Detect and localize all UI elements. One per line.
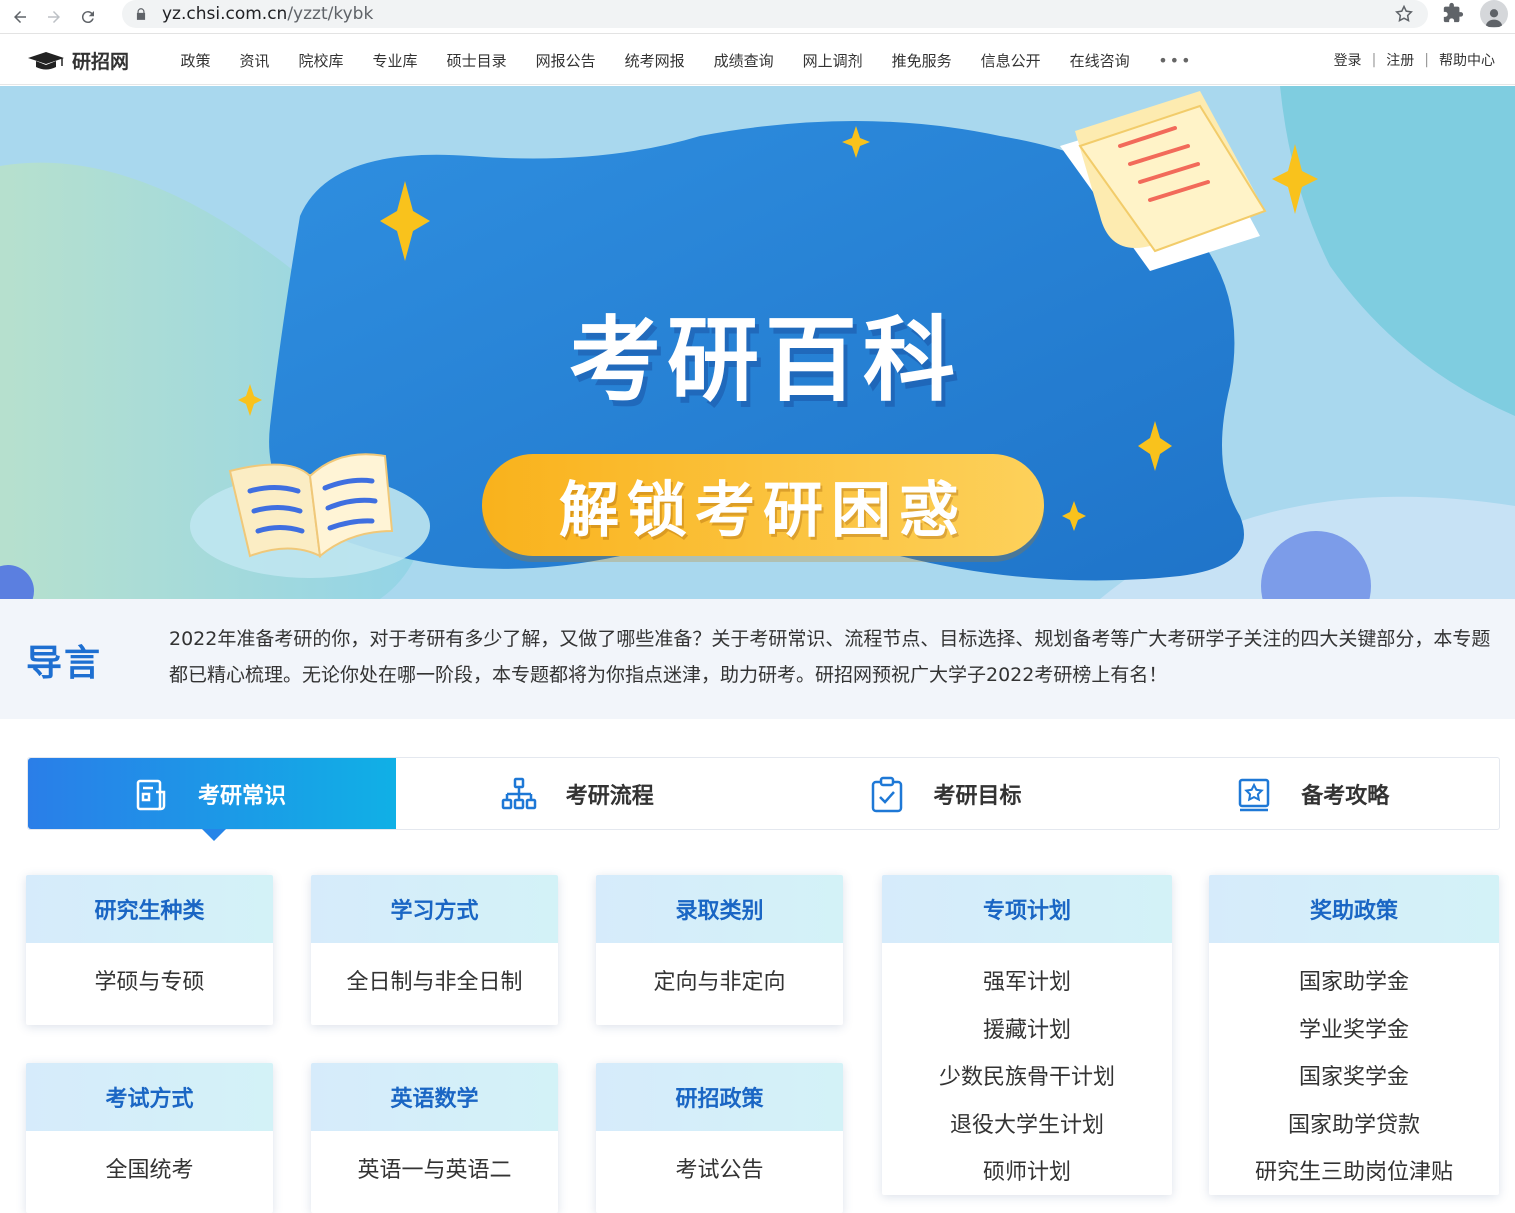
nav-item-major-library[interactable]: 专业库: [373, 50, 418, 71]
more-menu-icon[interactable]: •••: [1158, 51, 1192, 70]
banner-title: 考研百科: [568, 307, 961, 414]
intro-text: 2022年准备考研的你，对于考研有多少了解，又做了哪些准备？关于考研常识、流程节…: [169, 628, 1491, 686]
card-link[interactable]: 学业奖学金: [1209, 1013, 1499, 1061]
address-bar[interactable]: yz.chsi.com.cn/yzzt/kybk: [122, 0, 1428, 28]
card-title: 研招政策: [596, 1063, 843, 1131]
card-link[interactable]: 学硕与专硕: [26, 965, 273, 1013]
user-links: 登录 | 注册 | 帮助中心: [1334, 35, 1495, 85]
card-body: 定向与非定向: [596, 943, 843, 1013]
card-body: 英语一与英语二: [311, 1131, 558, 1201]
card-body: 强军计划 援藏计划 少数民族骨干计划 退役大学生计划 硕师计划: [882, 943, 1172, 1195]
card-title: 考试方式: [26, 1063, 273, 1131]
url-host: yz.chsi.com.cn: [162, 4, 288, 24]
tab-label: 考研常识: [198, 783, 287, 809]
card-special-programs: 专项计划 强军计划 援藏计划 少数民族骨干计划 退役大学生计划 硕师计划: [882, 875, 1172, 1195]
main-nav: 政策 资讯 院校库 专业库 硕士目录 网报公告 统考网报 成绩查询 网上调剂 推…: [166, 35, 1193, 85]
card-link[interactable]: 考试公告: [596, 1153, 843, 1201]
tab-exam-process[interactable]: 考研流程: [396, 758, 764, 829]
card-title: 研究生种类: [26, 875, 273, 943]
card-title: 学习方式: [311, 875, 558, 943]
card-link[interactable]: 国家助学金: [1209, 965, 1499, 1013]
nav-item-news[interactable]: 资讯: [240, 50, 270, 71]
forward-button[interactable]: [40, 3, 68, 31]
tab-exam-basics[interactable]: 考研常识: [28, 758, 396, 841]
card-link[interactable]: 退役大学生计划: [882, 1108, 1172, 1156]
card-link[interactable]: 定向与非定向: [596, 965, 843, 1013]
card-study-mode: 学习方式 全日制与非全日制: [311, 875, 558, 1025]
category-tabs: 考研常识 考研流程 考研目标 备考攻略: [27, 757, 1500, 841]
site-logo[interactable]: 研招网: [26, 47, 129, 74]
tab-study-guide[interactable]: 备考攻略: [1131, 758, 1499, 829]
separator: |: [1371, 52, 1377, 68]
lock-icon: [136, 8, 146, 20]
card-exam-method: 考试方式 全国统考: [26, 1063, 273, 1213]
nav-item-info-disclosure[interactable]: 信息公开: [981, 50, 1041, 71]
profile-avatar[interactable]: [1480, 0, 1508, 28]
banner-subtitle-pill: 解锁考研困惑: [482, 454, 1044, 556]
nav-item-exam-registration[interactable]: 统考网报: [625, 50, 685, 71]
card-link[interactable]: 国家助学贷款: [1209, 1108, 1499, 1156]
card-link[interactable]: 全日制与非全日制: [311, 965, 558, 1013]
arrow-left-icon: [14, 10, 26, 23]
card-link[interactable]: 强军计划: [882, 965, 1172, 1013]
card-body: 学硕与专硕: [26, 943, 273, 1013]
card-link[interactable]: 全国统考: [26, 1153, 273, 1201]
card-financial-aid: 奖助政策 国家助学金 学业奖学金 国家奖学金 国家助学贷款 研究生三助岗位津贴: [1209, 875, 1499, 1195]
card-admission-type: 录取类别 定向与非定向: [596, 875, 843, 1025]
nav-item-master-catalog[interactable]: 硕士目录: [447, 50, 507, 71]
banner-subtitle: 解锁考研困惑: [559, 475, 967, 546]
hero-banner: 考研百科 解锁考研困惑: [0, 86, 1515, 599]
graduation-cap-icon: [28, 51, 64, 69]
card-link[interactable]: 国家奖学金: [1209, 1060, 1499, 1108]
card-title: 奖助政策: [1209, 875, 1499, 943]
card-body: 国家助学金 学业奖学金 国家奖学金 国家助学贷款 研究生三助岗位津贴: [1209, 943, 1499, 1195]
tab-label: 考研目标: [933, 783, 1022, 809]
nav-item-online-consult[interactable]: 在线咨询: [1070, 50, 1130, 71]
login-link[interactable]: 登录: [1334, 50, 1362, 70]
intro-section: 导言 2022年准备考研的你，对于考研有多少了解，又做了哪些准备？关于考研常识、…: [0, 599, 1515, 719]
card-title: 英语数学: [311, 1063, 558, 1131]
card-link[interactable]: 少数民族骨干计划: [882, 1060, 1172, 1108]
card-link[interactable]: 研究生三助岗位津贴: [1209, 1155, 1499, 1195]
card-admission-policy: 研招政策 考试公告: [596, 1063, 843, 1213]
nav-item-policy[interactable]: 政策: [181, 50, 211, 71]
flowchart-icon: [501, 777, 536, 810]
nav-item-registration-notice[interactable]: 网报公告: [536, 50, 596, 71]
star-book-icon: [1239, 778, 1270, 812]
card-title: 录取类别: [596, 875, 843, 943]
nav-item-online-adjustment[interactable]: 网上调剂: [803, 50, 863, 71]
reload-icon: [81, 10, 94, 23]
back-button[interactable]: [6, 3, 34, 31]
nav-item-recommendation[interactable]: 推免服务: [892, 50, 952, 71]
card-link[interactable]: 英语一与英语二: [311, 1153, 558, 1201]
separator: |: [1424, 52, 1429, 68]
card-graduate-types: 研究生种类 学硕与专硕: [26, 875, 273, 1025]
extensions-puzzle-icon[interactable]: [1442, 2, 1464, 24]
card-body: 考试公告: [596, 1131, 843, 1201]
logo-text: 研招网: [72, 51, 130, 73]
nav-item-school-library[interactable]: 院校库: [299, 50, 344, 71]
card-link[interactable]: 硕师计划: [882, 1155, 1172, 1195]
site-header: 研招网 政策 资讯 院校库 专业库 硕士目录 网报公告 统考网报 成绩查询 网上…: [0, 35, 1515, 85]
register-link[interactable]: 注册: [1386, 50, 1414, 70]
tab-exam-target[interactable]: 考研目标: [764, 758, 1132, 829]
tab-label: 备考攻略: [1301, 783, 1390, 809]
browser-toolbar: yz.chsi.com.cn/yzzt/kybk: [0, 0, 1515, 34]
card-body: 全日制与非全日制: [311, 943, 558, 1013]
url-path: /yzzt/kybk: [287, 4, 374, 24]
tab-label: 考研流程: [565, 783, 654, 809]
help-center-link[interactable]: 帮助中心: [1439, 50, 1495, 70]
card-english-math: 英语数学 英语一与英语二: [311, 1063, 558, 1213]
reload-button[interactable]: [74, 3, 102, 31]
arrow-right-icon: [48, 10, 60, 23]
card-title: 专项计划: [882, 875, 1172, 943]
card-body: 全国统考: [26, 1131, 273, 1201]
bookmark-star-icon[interactable]: [1394, 4, 1414, 24]
nav-item-score-query[interactable]: 成绩查询: [714, 50, 774, 71]
document-icon: [136, 779, 166, 811]
clipboard-check-icon: [871, 776, 902, 813]
intro-label: 导言: [26, 643, 103, 684]
card-link[interactable]: 援藏计划: [882, 1013, 1172, 1061]
person-icon: [1485, 9, 1503, 27]
